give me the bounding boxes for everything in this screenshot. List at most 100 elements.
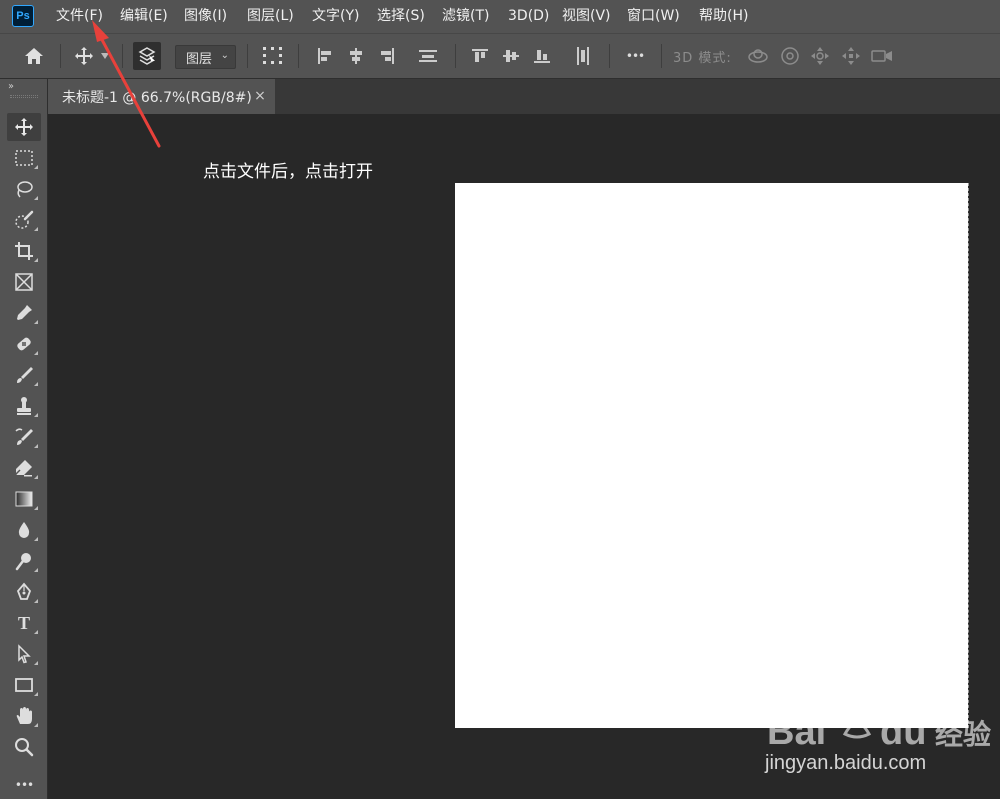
- close-icon[interactable]: ×: [252, 87, 268, 105]
- frame-tool-icon[interactable]: [7, 268, 41, 296]
- tool-group-indicator: [34, 537, 38, 541]
- baidu-jingyan-wordmark-icon: Bai du 经验: [767, 711, 991, 753]
- auto-select-target-dropdown[interactable]: 图层 ⌄: [175, 45, 236, 69]
- rectangle-tool-icon[interactable]: [7, 671, 41, 699]
- menu-help[interactable]: 帮助(H): [699, 0, 748, 33]
- move-tool-icon[interactable]: [7, 113, 41, 141]
- document-tab-title: 未标题-1 @ 66.7%(RGB/8#): [62, 89, 252, 106]
- 3d-slide-icon[interactable]: [837, 42, 865, 70]
- svg-text:Bai: Bai: [767, 711, 826, 753]
- auto-select-target-value: 图层: [186, 51, 213, 67]
- tool-group-indicator: [34, 723, 38, 727]
- history-brush-tool-icon[interactable]: [7, 423, 41, 451]
- menu-select[interactable]: 选择(S): [377, 0, 425, 33]
- align-vertical-center-icon[interactable]: [497, 42, 525, 70]
- more-options-button[interactable]: •••: [621, 42, 649, 70]
- separator: [609, 44, 610, 68]
- tool-group-indicator: [34, 413, 38, 417]
- separator: [247, 44, 248, 68]
- menu-3d[interactable]: 3D(D): [508, 0, 549, 33]
- separator: [298, 44, 299, 68]
- 3d-pan-icon[interactable]: [806, 42, 834, 70]
- canvas-edge-guide: [968, 183, 969, 728]
- tool-group-indicator: [34, 258, 38, 262]
- marquee-tool-icon[interactable]: [7, 144, 41, 172]
- edit-toolbar-glyph: •••: [14, 778, 34, 792]
- preset-chevron-down-icon[interactable]: [98, 42, 112, 70]
- document-canvas[interactable]: [455, 183, 968, 728]
- edit-toolbar-icon[interactable]: •••: [7, 771, 41, 799]
- options-bar: 图层 ⌄ ••• 3D 模式:: [0, 33, 1000, 79]
- watermark-url: jingyan.baidu.com: [765, 752, 927, 774]
- lasso-tool-icon[interactable]: [7, 175, 41, 203]
- separator: [661, 44, 662, 68]
- tool-group-indicator: [34, 661, 38, 665]
- zoom-tool-icon[interactable]: [7, 733, 41, 761]
- eraser-tool-icon[interactable]: [7, 454, 41, 482]
- home-icon[interactable]: [20, 42, 48, 70]
- align-top-icon[interactable]: [466, 42, 494, 70]
- pen-tool-icon[interactable]: [7, 578, 41, 606]
- path-selection-tool-icon[interactable]: [7, 640, 41, 668]
- align-bottom-icon[interactable]: [528, 42, 556, 70]
- tool-group-indicator: [34, 227, 38, 231]
- crop-tool-icon[interactable]: [7, 237, 41, 265]
- blur-tool-icon[interactable]: [7, 516, 41, 544]
- distribute-horizontal-icon[interactable]: [569, 42, 597, 70]
- gradient-tool-icon[interactable]: [7, 485, 41, 513]
- menu-edit[interactable]: 编辑(E): [120, 0, 168, 33]
- text-tool-glyph: T: [17, 612, 30, 633]
- quick-selection-tool-icon[interactable]: [7, 206, 41, 234]
- tool-group-indicator: [34, 382, 38, 386]
- menu-filter[interactable]: 滤镜(T): [442, 0, 489, 33]
- photoshop-logo-icon: Ps: [12, 5, 34, 27]
- align-left-icon[interactable]: [311, 42, 339, 70]
- menu-layer[interactable]: 图层(L): [247, 0, 294, 33]
- healing-brush-tool-icon[interactable]: [7, 330, 41, 358]
- move-tool-preset-icon[interactable]: [70, 42, 98, 70]
- menu-image[interactable]: 图像(I): [184, 0, 227, 33]
- toolbar-drag-handle[interactable]: [10, 95, 38, 98]
- tool-group-indicator: [34, 630, 38, 634]
- hand-tool-icon[interactable]: [7, 702, 41, 730]
- toolbar-collapse-icon[interactable]: ››: [8, 81, 14, 92]
- chevron-down-icon: ⌄: [220, 50, 229, 61]
- tool-group-indicator: [34, 599, 38, 603]
- tool-group-indicator: [34, 568, 38, 572]
- tool-group-indicator: [34, 196, 38, 200]
- eyedropper-tool-icon[interactable]: [7, 299, 41, 327]
- document-tab-bar: 未标题-1 @ 66.7%(RGB/8#) ×: [48, 79, 1000, 114]
- tool-group-indicator: [34, 351, 38, 355]
- tool-group-indicator: [34, 692, 38, 696]
- 3d-roll-icon[interactable]: [776, 42, 804, 70]
- menu-window[interactable]: 窗口(W): [627, 0, 680, 33]
- tools-panel: ›› T •••: [0, 79, 48, 799]
- text-tool-icon[interactable]: T: [7, 609, 41, 637]
- svg-text:经验: 经验: [935, 718, 991, 751]
- dodge-tool-icon[interactable]: [7, 547, 41, 575]
- menu-view[interactable]: 视图(V): [562, 0, 611, 33]
- tool-group-indicator: [34, 506, 38, 510]
- align-horizontal-center-icon[interactable]: [342, 42, 370, 70]
- align-right-icon[interactable]: [373, 42, 401, 70]
- svg-text:du: du: [880, 711, 926, 753]
- tool-group-indicator: [34, 165, 38, 169]
- menu-type[interactable]: 文字(Y): [312, 0, 359, 33]
- 3d-orbit-icon[interactable]: [744, 42, 772, 70]
- distribute-vertical-icon[interactable]: [414, 42, 442, 70]
- menu-file[interactable]: 文件(F): [56, 0, 103, 33]
- brush-tool-icon[interactable]: [7, 361, 41, 389]
- separator: [122, 44, 123, 68]
- annotation-text: 点击文件后，点击打开: [203, 162, 373, 182]
- auto-select-layers-icon[interactable]: [133, 42, 161, 70]
- 3d-mode-label: 3D 模式:: [673, 51, 732, 66]
- separator: [455, 44, 456, 68]
- transform-controls-icon[interactable]: [259, 42, 287, 70]
- clone-stamp-tool-icon[interactable]: [7, 392, 41, 420]
- baidu-jingyan-watermark: Bai du 经验 jingyan.baidu.com: [765, 690, 995, 790]
- 3d-scale-camera-icon[interactable]: [868, 42, 896, 70]
- separator: [60, 44, 61, 68]
- document-tab[interactable]: 未标题-1 @ 66.7%(RGB/8#) ×: [48, 79, 275, 114]
- tool-group-indicator: [34, 475, 38, 479]
- menu-bar: Ps 文件(F) 编辑(E) 图像(I) 图层(L) 文字(Y) 选择(S) 滤…: [0, 0, 1000, 33]
